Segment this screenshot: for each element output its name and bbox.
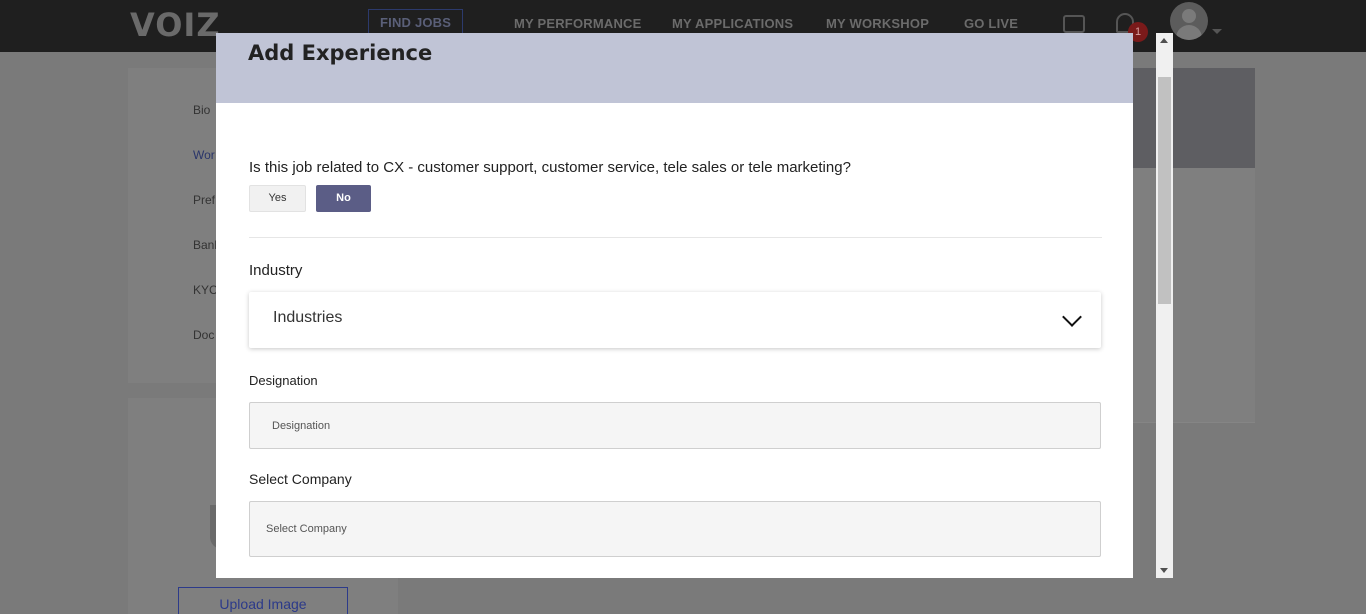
- upload-image-button[interactable]: Upload Image: [178, 587, 348, 614]
- chevron-down-icon[interactable]: [1062, 307, 1082, 327]
- industry-select[interactable]: Industries: [249, 292, 1101, 348]
- chat-icon[interactable]: [1063, 15, 1085, 33]
- sidebar-item-preferences[interactable]: Pref: [193, 193, 215, 207]
- nav-find-jobs[interactable]: FIND JOBS: [368, 9, 464, 36]
- sidebar-item-kyc[interactable]: KYC: [193, 283, 218, 297]
- industry-label: Industry: [249, 262, 303, 279]
- modal-scrollbar[interactable]: [1156, 33, 1173, 578]
- cx-question-label: Is this job related to CX - customer sup…: [249, 159, 851, 176]
- select-company-input[interactable]: [249, 501, 1101, 557]
- select-company-label: Select Company: [249, 471, 352, 487]
- nav-my-workshop[interactable]: MY WORKSHOP: [826, 16, 929, 31]
- sidebar-item-documents[interactable]: Doc: [193, 328, 214, 342]
- caret-down-icon[interactable]: [1212, 29, 1222, 34]
- designation-label: Designation: [249, 373, 318, 388]
- avatar[interactable]: [1170, 2, 1208, 40]
- content-panel-body: [1133, 168, 1255, 422]
- scroll-thumb[interactable]: [1158, 77, 1171, 304]
- nav-my-applications[interactable]: MY APPLICATIONS: [672, 16, 793, 31]
- scroll-down-arrow-icon[interactable]: [1160, 568, 1168, 573]
- industry-select-value: Industries: [273, 309, 343, 326]
- nav-go-live[interactable]: GO LIVE: [964, 16, 1018, 31]
- sidebar-item-bank[interactable]: Banl: [193, 238, 217, 252]
- sidebar-item-bio[interactable]: Bio: [193, 103, 210, 117]
- voiz-logo[interactable]: VOIZ: [130, 6, 221, 44]
- modal-title: Add Experience: [248, 41, 433, 65]
- modal-header: Add Experience: [216, 33, 1133, 103]
- yes-button[interactable]: Yes: [249, 185, 306, 212]
- sidebar-item-work[interactable]: Wor: [193, 148, 215, 162]
- content-panel-section: [1133, 422, 1255, 492]
- scroll-up-arrow-icon[interactable]: [1160, 38, 1168, 43]
- no-button[interactable]: No: [316, 185, 371, 212]
- nav-my-performance[interactable]: MY PERFORMANCE: [514, 16, 642, 31]
- designation-input[interactable]: [249, 402, 1101, 449]
- add-experience-modal: Add Experience Is this job related to CX…: [216, 33, 1133, 578]
- divider: [249, 237, 1102, 238]
- content-panel-header: [1133, 68, 1255, 168]
